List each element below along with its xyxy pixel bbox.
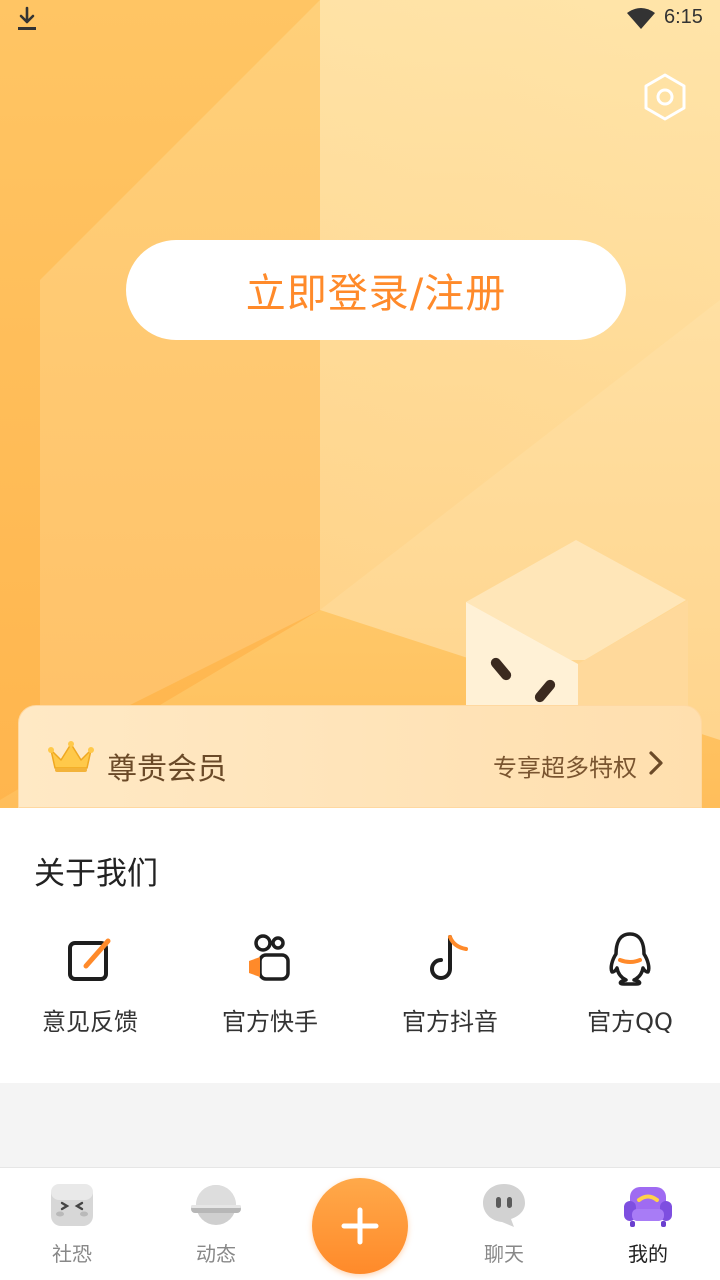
- nav-chat-label: 聊天: [484, 1242, 524, 1266]
- hero-banner: [0, 0, 720, 808]
- feedback-label: 意见反馈: [42, 1008, 138, 1036]
- feedback-edit-icon: [0, 926, 180, 992]
- profile-screen: 6:15 立即登录/注册 尊贵会员 专享超多特权 关于我们 意见反馈 官方快手 …: [0, 0, 720, 1280]
- vip-privileges-link[interactable]: 专享超多特权: [493, 748, 637, 783]
- about-us-section: 关于我们 意见反馈 官方快手 官方抖音 官方QQ: [0, 808, 720, 1083]
- nav-shy[interactable]: 社恐: [17, 1178, 127, 1267]
- shy-cube-icon: [17, 1178, 127, 1232]
- vip-title: 尊贵会员: [107, 752, 227, 787]
- crown-icon: [47, 740, 95, 778]
- settings-hex-icon: [644, 73, 686, 121]
- status-time: 6:15: [664, 6, 703, 28]
- official-qq-item[interactable]: 官方QQ: [540, 926, 720, 1046]
- sofa-icon: [593, 1178, 703, 1232]
- add-post-button[interactable]: [312, 1178, 408, 1274]
- feedback-item[interactable]: 意见反馈: [0, 926, 180, 1046]
- nav-chat[interactable]: 聊天: [449, 1178, 559, 1267]
- chat-bubble-icon: [449, 1178, 559, 1232]
- kuaishou-label: 官方快手: [222, 1008, 318, 1036]
- official-kuaishou-item[interactable]: 官方快手: [180, 926, 360, 1046]
- douyin-label: 官方抖音: [402, 1008, 498, 1036]
- douyin-icon: [360, 926, 540, 992]
- planet-icon: [161, 1178, 271, 1232]
- nav-mine-label: 我的: [628, 1242, 668, 1266]
- about-us-title: 关于我们: [34, 856, 158, 892]
- status-bar: 6:15: [0, 0, 720, 40]
- vip-membership-card[interactable]: 尊贵会员 专享超多特权: [18, 705, 702, 808]
- wifi-icon: [626, 8, 656, 34]
- nav-shy-label: 社恐: [52, 1242, 92, 1266]
- official-douyin-item[interactable]: 官方抖音: [360, 926, 540, 1046]
- settings-button[interactable]: [640, 72, 690, 122]
- chevron-right-icon: [647, 750, 665, 780]
- qq-icon: [540, 926, 720, 992]
- login-register-button[interactable]: 立即登录/注册: [126, 240, 626, 340]
- nav-feed[interactable]: 动态: [161, 1178, 271, 1267]
- download-icon: [16, 6, 38, 36]
- plus-icon: [341, 1207, 379, 1245]
- kuaishou-icon: [180, 926, 360, 992]
- nav-mine[interactable]: 我的: [593, 1178, 703, 1267]
- qq-label: 官方QQ: [587, 1008, 673, 1036]
- nav-feed-label: 动态: [196, 1242, 236, 1266]
